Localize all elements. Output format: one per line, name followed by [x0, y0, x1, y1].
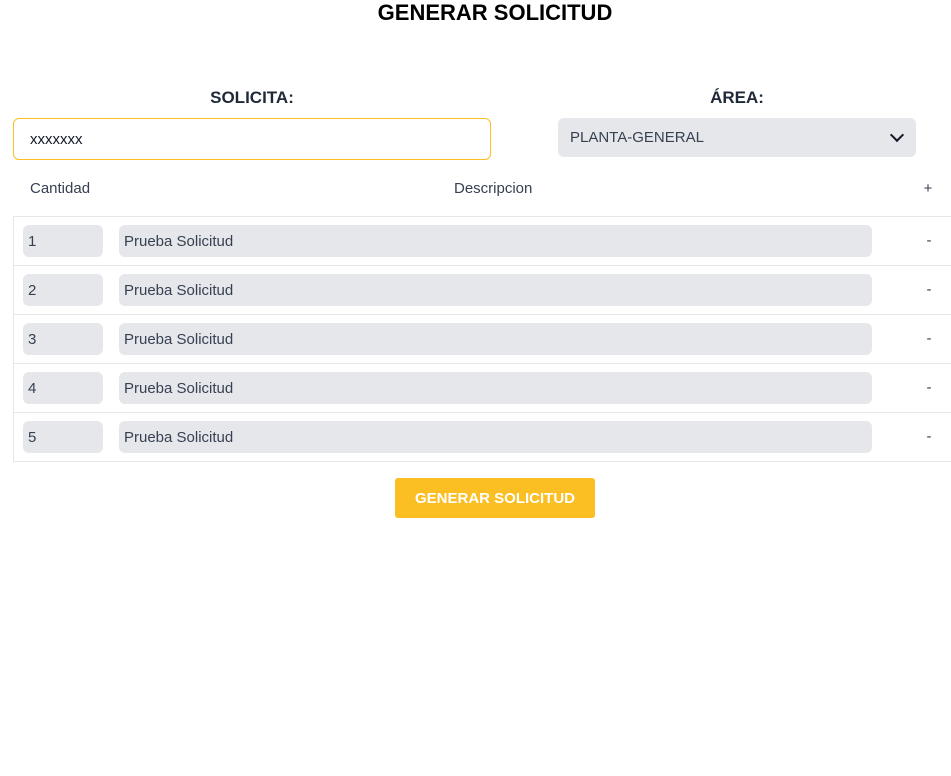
description-input[interactable]: Prueba Solicitud: [119, 225, 872, 257]
column-header-cantidad: Cantidad: [30, 180, 91, 197]
column-header-descripcion: Descripcion: [454, 180, 533, 197]
table-row: 1 Prueba Solicitud -: [14, 216, 951, 265]
table-row: 2 Prueba Solicitud -: [14, 265, 951, 314]
remove-row-button[interactable]: -: [921, 232, 937, 249]
solicita-label: SOLICITA:: [210, 88, 294, 107]
description-input[interactable]: Prueba Solicitud: [119, 421, 872, 453]
area-select-value: PLANTA-GENERAL: [570, 129, 704, 146]
chevron-down-icon: [889, 127, 905, 143]
quantity-input[interactable]: 3: [23, 323, 103, 355]
description-input[interactable]: Prueba Solicitud: [119, 323, 872, 355]
remove-row-button[interactable]: -: [921, 379, 937, 396]
items-table: 1 Prueba Solicitud - 2 Prueba Solicitud …: [13, 216, 951, 462]
add-row-button[interactable]: +: [922, 180, 934, 198]
page-title: GENERAR SOLICITUD: [377, 0, 613, 25]
table-row: 5 Prueba Solicitud -: [14, 412, 951, 462]
description-input[interactable]: Prueba Solicitud: [119, 372, 872, 404]
page: GENERAR SOLICITUD SOLICITA: ÁREA: PLANTA…: [0, 0, 951, 776]
area-label: ÁREA:: [710, 88, 764, 107]
solicita-input[interactable]: [13, 118, 491, 160]
quantity-input[interactable]: 1: [23, 225, 103, 257]
table-row: 4 Prueba Solicitud -: [14, 363, 951, 412]
quantity-input[interactable]: 4: [23, 372, 103, 404]
remove-row-button[interactable]: -: [921, 281, 937, 298]
area-select[interactable]: PLANTA-GENERAL: [558, 118, 916, 157]
table-row: 3 Prueba Solicitud -: [14, 314, 951, 363]
generate-request-button[interactable]: GENERAR SOLICITUD: [395, 478, 595, 518]
description-input[interactable]: Prueba Solicitud: [119, 274, 872, 306]
remove-row-button[interactable]: -: [921, 428, 937, 445]
remove-row-button[interactable]: -: [921, 330, 937, 347]
quantity-input[interactable]: 5: [23, 421, 103, 453]
quantity-input[interactable]: 2: [23, 274, 103, 306]
